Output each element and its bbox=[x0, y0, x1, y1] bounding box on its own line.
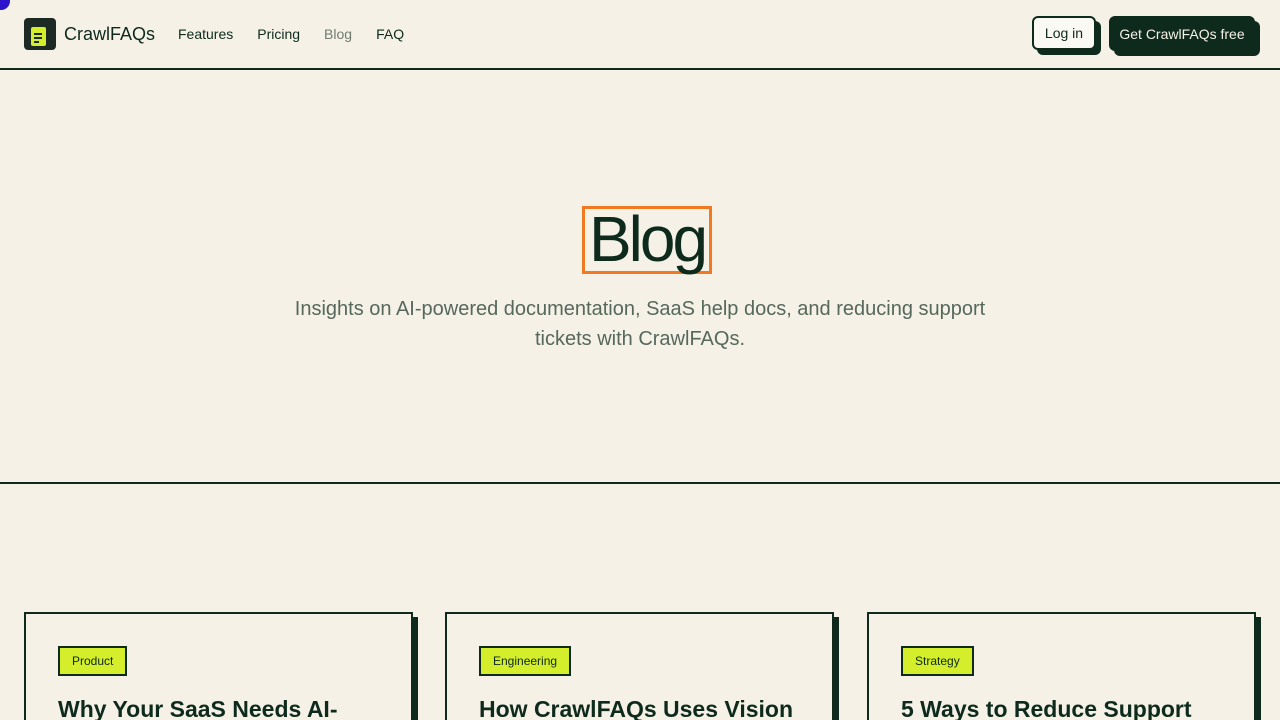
nav-features[interactable]: Features bbox=[178, 26, 233, 42]
site-header: CrawlFAQs Features Pricing Blog FAQ Log … bbox=[0, 0, 1280, 70]
page-title: Blog bbox=[582, 206, 712, 274]
category-badge: Strategy bbox=[901, 646, 974, 676]
blog-card[interactable]: Engineering How CrawlFAQs Uses Vision AI bbox=[445, 612, 834, 720]
category-badge: Engineering bbox=[479, 646, 572, 676]
brand-name: CrawlFAQs bbox=[64, 23, 156, 44]
page-subtitle: Insights on AI-powered documentation, Sa… bbox=[294, 298, 986, 350]
document-icon bbox=[24, 18, 56, 50]
nav-blog[interactable]: Blog bbox=[324, 26, 352, 42]
login-button[interactable]: Log in bbox=[1032, 16, 1096, 50]
hero-section: Blog Insights on AI-powered documentatio… bbox=[0, 70, 1280, 484]
post-title[interactable]: How CrawlFAQs Uses Vision AI bbox=[479, 694, 809, 720]
post-title[interactable]: 5 Ways to Reduce Support bbox=[901, 694, 1231, 720]
blog-card[interactable]: Strategy 5 Ways to Reduce Support bbox=[867, 612, 1256, 720]
get-started-button[interactable]: Get CrawlFAQs free bbox=[1109, 16, 1255, 51]
post-title[interactable]: Why Your SaaS Needs AI- bbox=[58, 694, 388, 720]
category-badge: Product bbox=[58, 646, 128, 676]
nav-faq[interactable]: FAQ bbox=[376, 26, 404, 42]
blog-card[interactable]: Product Why Your SaaS Needs AI- bbox=[24, 612, 413, 720]
main-nav: Features Pricing Blog FAQ bbox=[178, 26, 404, 42]
nav-pricing[interactable]: Pricing bbox=[257, 26, 300, 42]
logo-link[interactable]: CrawlFAQs bbox=[24, 18, 155, 50]
